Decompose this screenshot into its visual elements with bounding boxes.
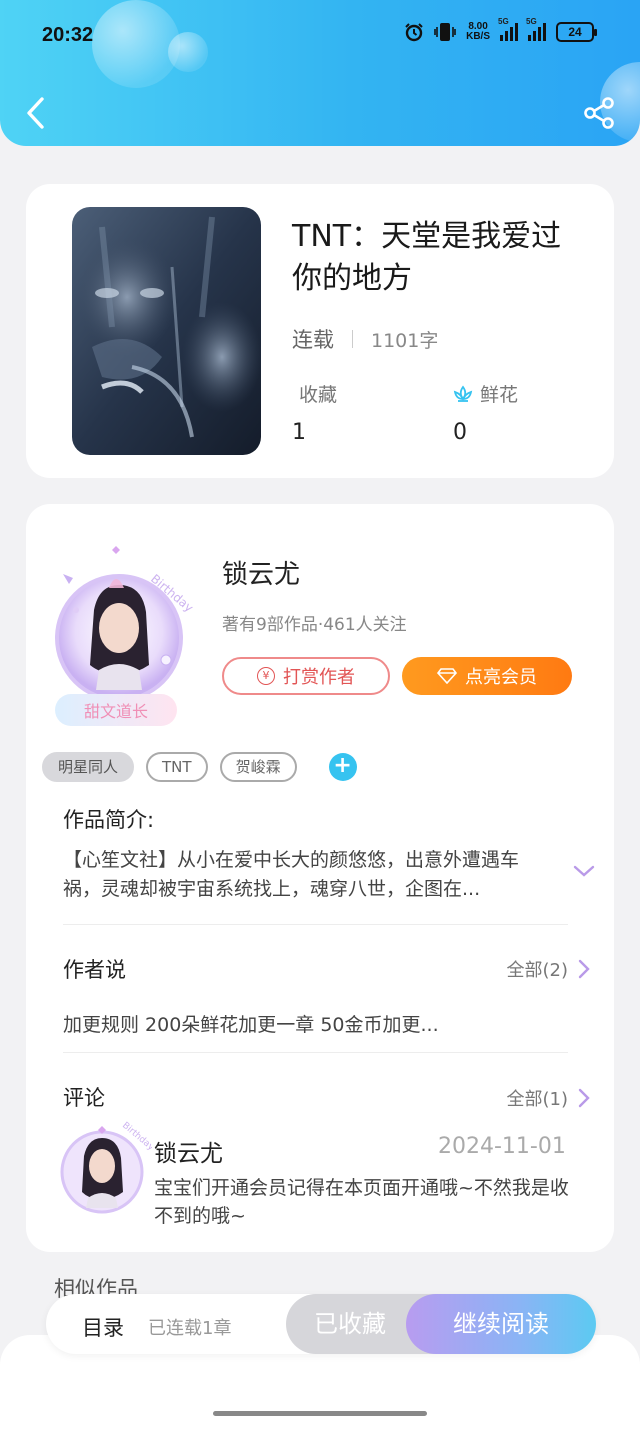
book-status: 连载 — [292, 328, 334, 352]
author-say-text[interactable]: 加更规则 200朵鲜花加更一章 50金币加更... — [63, 1010, 439, 1037]
signal-icon: 5G — [498, 17, 518, 41]
status-icons: 8.00 KB/S 5G 5G 24 — [404, 17, 597, 42]
flower-icon — [453, 384, 473, 402]
back-icon[interactable] — [22, 96, 52, 130]
vip-label: 点亮会员 — [465, 667, 537, 688]
author-name[interactable]: 锁云尤 — [222, 554, 300, 591]
comment-date: 2024-11-01 — [438, 1134, 566, 1159]
comment-text[interactable]: 宝宝们开通会员记得在本页面开通哦~不然我是收不到的哦~ — [154, 1174, 574, 1230]
book-word-count: 1101字 — [371, 329, 439, 352]
commenter-avatar[interactable]: Birthday — [56, 1108, 152, 1216]
author-say-more[interactable]: 全部(2) — [507, 956, 591, 982]
signal-5g-label: 5G — [526, 17, 537, 26]
tag-item[interactable]: 贺峻霖 — [219, 752, 297, 782]
comments-more[interactable]: 全部(1) — [507, 1085, 591, 1111]
chevron-right-icon — [578, 1088, 590, 1108]
top-header: 20:32 8.00 KB/S 5G 5G 24 — [0, 0, 640, 146]
flowers-value: 0 — [453, 420, 467, 445]
book-cover[interactable] — [72, 207, 261, 455]
author-say-more-label: 全部(2) — [506, 960, 569, 981]
vip-button[interactable]: 点亮会员 — [402, 657, 572, 695]
battery-icon: 24 — [556, 22, 597, 42]
intro-text[interactable]: 【心笙文社】从小在爱中长大的颜悠悠，出意外遭遇车祸，灵魂却被宇宙系统找上，魂穿八… — [63, 846, 555, 904]
reward-author-button[interactable]: ¥ 打赏作者 — [222, 657, 390, 695]
continue-reading-button[interactable]: 继续阅读 — [406, 1294, 596, 1354]
status-time: 20:32 — [42, 24, 94, 46]
signal-5g-label: 5G — [498, 17, 509, 26]
tag-list: 明星同人 TNT 贺峻霖 + — [42, 752, 357, 782]
toc-chapter-count: 已连载1章 — [148, 1318, 232, 1339]
book-title: TNT：天堂是我爱过你的地方 — [292, 219, 562, 296]
author-say-title: 作者说 — [63, 958, 126, 982]
alarm-icon — [405, 23, 423, 42]
chevron-right-icon — [578, 959, 590, 979]
intro-title: 作品简介: — [63, 808, 155, 832]
section-divider — [63, 924, 568, 925]
author-badge-label: 甜文道长 — [83, 702, 148, 721]
diamond-icon — [437, 668, 457, 684]
author-badge: 甜文道长 — [55, 694, 177, 726]
comment-author: 锁云尤 — [154, 1141, 223, 1167]
tag-item[interactable]: 明星同人 — [42, 752, 135, 782]
flowers-stat[interactable]: 鲜花 — [452, 380, 518, 407]
net-speed-unit: KB/S — [466, 31, 490, 42]
tag-item[interactable]: TNT — [146, 752, 208, 782]
book-meta: 连载 1101字 — [292, 324, 438, 354]
chevron-down-icon[interactable] — [572, 862, 596, 880]
flowers-label: 鲜花 — [480, 384, 519, 406]
add-tag-button[interactable]: + — [328, 753, 357, 781]
toc-button[interactable]: 目录 — [82, 1312, 124, 1342]
favorites-value: 1 — [292, 420, 306, 445]
coin-icon: ¥ — [257, 667, 275, 685]
share-icon[interactable] — [582, 96, 616, 130]
comments-more-label: 全部(1) — [506, 1089, 569, 1110]
section-divider — [63, 1052, 568, 1053]
meta-divider — [352, 330, 353, 348]
reward-author-label: 打赏作者 — [283, 667, 355, 688]
signal-icon: 5G — [526, 17, 546, 41]
book-cover-art — [72, 207, 261, 455]
net-speed: 8.00 KB/S — [466, 22, 490, 42]
home-indicator[interactable] — [213, 1411, 427, 1416]
status-bar: 20:32 8.00 KB/S 5G 5G 24 — [0, 0, 640, 74]
vibrate-icon — [434, 23, 456, 41]
author-stats: 著有9部作品·461人关注 — [222, 615, 407, 635]
favorites-label: 收藏 — [299, 384, 338, 406]
